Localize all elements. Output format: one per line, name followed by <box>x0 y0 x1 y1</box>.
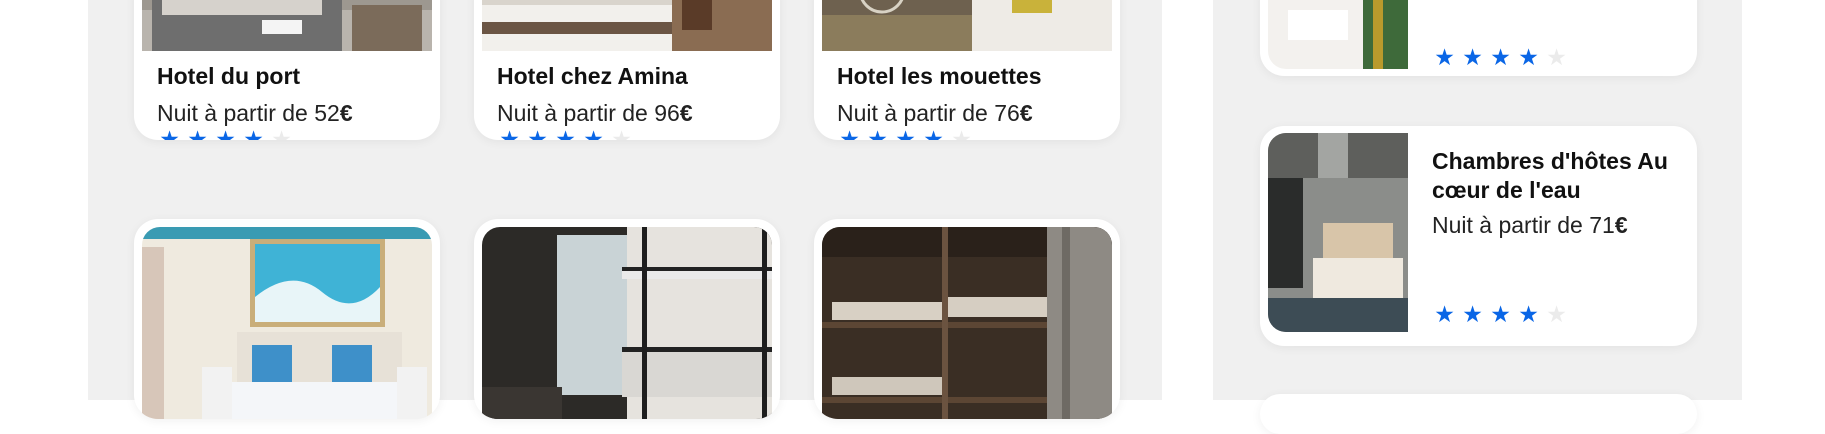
hotel-price: Nuit à partir de 52€ <box>157 100 353 127</box>
currency-symbol: € <box>1614 212 1628 238</box>
star-filled-icon: ★ <box>1490 301 1511 327</box>
star-filled-icon: ★ <box>867 126 888 140</box>
currency-symbol: € <box>1019 100 1033 126</box>
star-rating: ★ ★ ★ ★ ★ <box>836 127 975 140</box>
hotel-photo <box>482 227 772 419</box>
hotel-name: Hotel du port <box>157 63 301 89</box>
hotel-price: Nuit à partir de 76€ <box>837 100 1033 127</box>
price-prefix: Nuit à partir de <box>157 100 315 126</box>
price-value: 96 <box>654 100 680 126</box>
star-empty-icon: ★ <box>611 126 632 140</box>
star-filled-icon: ★ <box>1462 44 1483 70</box>
star-rating: ★ ★ ★ ★ ★ <box>1431 302 1570 326</box>
star-filled-icon: ★ <box>159 126 180 140</box>
hotel-name: Chambres d'hôtes Au cœur de l'eau <box>1432 148 1668 203</box>
hotel-photo <box>1268 0 1408 69</box>
star-empty-icon: ★ <box>1546 301 1567 327</box>
price-prefix: Nuit à partir de <box>837 100 995 126</box>
star-filled-icon: ★ <box>527 126 548 140</box>
hotel-name: Hotel les mouettes <box>837 63 1042 89</box>
star-filled-icon: ★ <box>839 126 860 140</box>
hotel-photo <box>822 0 1112 51</box>
hotel-card[interactable]: Hotel du port Nuit à partir de 52€ ★ ★ ★ ★ ★ <box>134 0 440 140</box>
price-value: 71 <box>1589 212 1615 238</box>
star-rating: ★ ★ ★ ★ ★ <box>1431 45 1570 69</box>
star-filled-icon: ★ <box>1490 44 1511 70</box>
hotel-photo <box>822 227 1112 419</box>
hotel-photo <box>1268 133 1408 332</box>
star-filled-icon: ★ <box>215 126 236 140</box>
star-filled-icon: ★ <box>583 126 604 140</box>
star-rating: ★ ★ ★ ★ ★ <box>496 127 635 140</box>
price-prefix: Nuit à partir de <box>497 100 655 126</box>
hotel-list-item[interactable]: ★ ★ ★ ★ ★ <box>1260 0 1697 76</box>
star-empty-icon: ★ <box>1546 44 1567 70</box>
hotel-price: Nuit à partir de 71€ <box>1432 212 1628 239</box>
star-filled-icon: ★ <box>895 126 916 140</box>
star-filled-icon: ★ <box>499 126 520 140</box>
star-filled-icon: ★ <box>1434 301 1455 327</box>
hotel-photo <box>142 227 432 419</box>
price-value: 76 <box>994 100 1020 126</box>
hotel-card[interactable] <box>134 219 440 419</box>
hotel-photo <box>482 0 772 51</box>
hotel-price: Nuit à partir de 96€ <box>497 100 693 127</box>
hotel-list-item[interactable] <box>1260 394 1697 434</box>
hotel-card[interactable] <box>814 219 1120 419</box>
price-prefix: Nuit à partir de <box>1432 212 1590 238</box>
star-filled-icon: ★ <box>1518 301 1539 327</box>
hotel-card[interactable]: Hotel les mouettes Nuit à partir de 76€ … <box>814 0 1120 140</box>
star-filled-icon: ★ <box>1462 301 1483 327</box>
currency-symbol: € <box>679 100 693 126</box>
price-value: 52 <box>314 100 340 126</box>
star-filled-icon: ★ <box>243 126 264 140</box>
star-filled-icon: ★ <box>187 126 208 140</box>
star-rating: ★ ★ ★ ★ ★ <box>156 127 295 140</box>
star-empty-icon: ★ <box>271 126 292 140</box>
hotel-card[interactable] <box>474 219 780 419</box>
hotel-name: Hotel chez Amina <box>497 63 688 89</box>
hotel-card[interactable]: Hotel chez Amina Nuit à partir de 96€ ★ ★… <box>474 0 780 140</box>
star-filled-icon: ★ <box>1434 44 1455 70</box>
hotel-photo <box>142 0 432 51</box>
hotel-list-item[interactable]: Chambres d'hôtes Au cœur de l'eau Nuit à… <box>1260 126 1697 346</box>
star-filled-icon: ★ <box>1518 44 1539 70</box>
currency-symbol: € <box>339 100 353 126</box>
star-filled-icon: ★ <box>555 126 576 140</box>
star-empty-icon: ★ <box>951 126 972 140</box>
star-filled-icon: ★ <box>923 126 944 140</box>
